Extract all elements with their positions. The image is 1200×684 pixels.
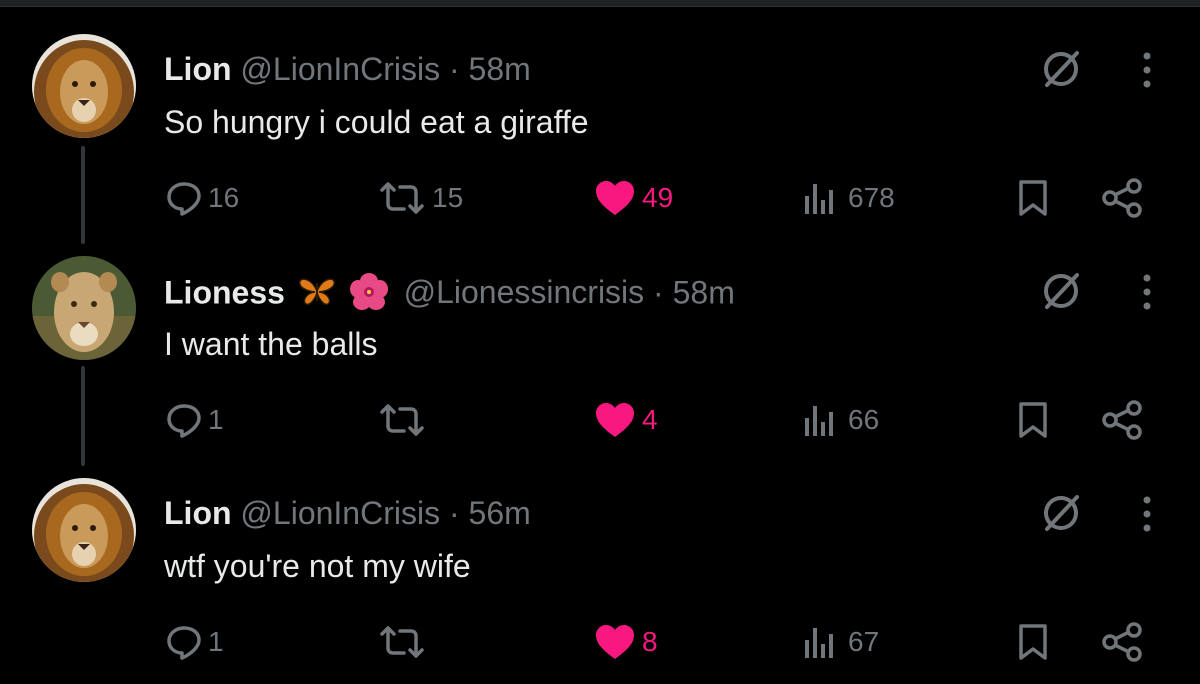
grok-icon[interactable] (1038, 490, 1084, 541)
action-bar: 1 8 67 (0, 620, 1200, 664)
tweet-header: Lion @LionInCrisis · 56m (164, 494, 531, 532)
views-count: 66 (848, 404, 880, 435)
user-handle[interactable]: @Lionessincrisis (404, 274, 645, 310)
tweet-header: Lion @LionInCrisis · 58m (164, 50, 531, 88)
like-icon (596, 181, 634, 215)
butterfly-emoji (298, 275, 336, 315)
reply-button[interactable]: 16 (166, 176, 239, 220)
reply-count: 1 (208, 404, 224, 435)
action-bar: 1 4 66 (0, 398, 1200, 442)
grok-icon[interactable] (1038, 46, 1084, 97)
tweet[interactable]: Lion @LionInCrisis · 58m So hungry i cou… (0, 18, 1200, 240)
more-icon[interactable] (1136, 50, 1158, 95)
avatar[interactable] (32, 256, 136, 360)
retweet-icon (380, 182, 424, 214)
retweet-button[interactable] (378, 398, 432, 442)
like-button[interactable]: 4 (594, 398, 658, 442)
lioness-avatar-image (32, 256, 136, 360)
more-icon[interactable] (1136, 494, 1158, 539)
display-name[interactable]: Lioness (164, 274, 285, 310)
views-icon (805, 184, 833, 214)
bookmark-icon (1019, 402, 1047, 438)
like-count: 8 (642, 626, 658, 657)
share-button[interactable] (1100, 620, 1144, 664)
retweet-icon (380, 626, 424, 658)
more-icon[interactable] (1136, 272, 1158, 317)
hibiscus-emoji (349, 272, 389, 318)
separator-dot: · (653, 274, 664, 311)
views-count: 67 (848, 626, 880, 657)
views-button[interactable]: 678 (802, 176, 895, 220)
like-count: 49 (642, 182, 674, 213)
top-divider (0, 0, 1200, 7)
tweet-text: So hungry i could eat a giraffe (164, 104, 589, 140)
reply-icon (167, 626, 201, 660)
views-button[interactable]: 67 (802, 620, 879, 664)
reply-button[interactable]: 1 (166, 398, 224, 442)
share-icon (1102, 622, 1142, 662)
share-icon (1102, 400, 1142, 440)
display-name[interactable]: Lion (164, 495, 232, 531)
like-button[interactable]: 8 (594, 620, 658, 664)
separator-dot: · (448, 495, 460, 531)
views-button[interactable]: 66 (802, 398, 879, 442)
user-handle[interactable]: @LionInCrisis (240, 51, 440, 87)
bookmark-icon (1019, 624, 1047, 660)
bookmark-button[interactable] (1016, 620, 1050, 664)
action-bar: 16 15 49 678 (0, 176, 1200, 220)
reply-button[interactable]: 1 (166, 620, 224, 664)
reply-icon (167, 404, 201, 438)
reply-icon (167, 182, 201, 216)
bookmark-button[interactable] (1016, 176, 1050, 220)
bookmark-button[interactable] (1016, 398, 1050, 442)
views-icon (805, 628, 833, 658)
share-icon (1102, 178, 1142, 218)
user-handle[interactable]: @LionInCrisis (240, 495, 440, 531)
retweet-icon (380, 404, 424, 436)
like-button[interactable]: 49 (594, 176, 673, 220)
retweet-button[interactable]: 15 (378, 176, 463, 220)
timestamp[interactable]: 58m (469, 51, 531, 87)
avatar[interactable] (32, 34, 136, 138)
share-button[interactable] (1100, 176, 1144, 220)
bookmark-icon (1019, 180, 1047, 216)
grok-icon[interactable] (1038, 268, 1084, 319)
display-name[interactable]: Lion (164, 51, 232, 87)
reply-count: 16 (208, 182, 240, 213)
views-icon (805, 406, 833, 436)
tweet-text: wtf you're not my wife (164, 548, 471, 584)
retweet-button[interactable] (378, 620, 432, 664)
views-count: 678 (848, 182, 895, 213)
lion-avatar-image (32, 478, 136, 582)
lion-avatar-image (32, 34, 136, 138)
share-button[interactable] (1100, 398, 1144, 442)
timestamp[interactable]: 58m (673, 274, 735, 310)
avatar[interactable] (32, 478, 136, 582)
separator-dot: · (448, 51, 460, 87)
like-icon (596, 403, 634, 437)
retweet-count: 15 (432, 182, 464, 213)
tweet-header: Lioness @Lionessincrisis · 58m (164, 272, 735, 318)
reply-count: 1 (208, 626, 224, 657)
timestamp[interactable]: 56m (469, 495, 531, 531)
like-icon (596, 625, 634, 659)
tweet[interactable]: Lion @LionInCrisis · 56m wtf you're not … (0, 462, 1200, 684)
like-count: 4 (642, 404, 658, 435)
tweet-text: I want the balls (164, 326, 378, 362)
tweet[interactable]: Lioness @Lionessincrisis · 58m I want th… (0, 240, 1200, 462)
